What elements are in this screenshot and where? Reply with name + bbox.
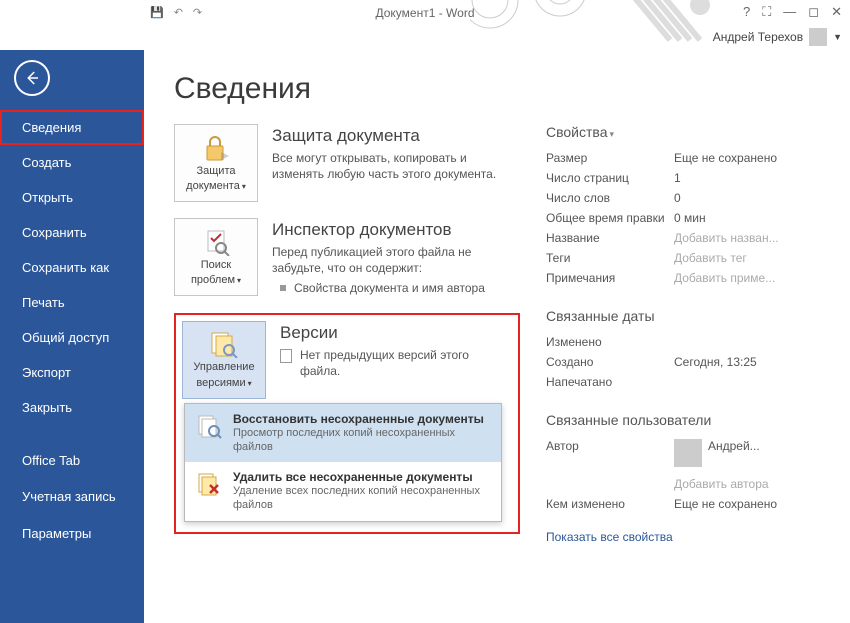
prop-pages-value: 1 xyxy=(674,171,681,185)
sidebar-bottom-item-2[interactable]: Параметры xyxy=(0,516,144,552)
restore-doc-icon xyxy=(195,412,223,440)
avatar xyxy=(809,28,827,46)
qa-redo-icon[interactable]: ↷ xyxy=(193,6,202,19)
prop-author-label: Автор xyxy=(546,439,674,453)
sidebar-item-3[interactable]: Сохранить xyxy=(0,215,144,250)
chevron-down-icon: ▾ xyxy=(237,276,241,285)
related-people-heading: Связанные пользователи xyxy=(546,412,806,428)
prop-notes-label: Примечания xyxy=(546,271,674,285)
inspect-text: Перед публикацией этого файла не забудьт… xyxy=(272,244,520,297)
prop-printed-label: Напечатано xyxy=(546,375,674,389)
author-entry[interactable]: Андрей... xyxy=(674,439,769,467)
prop-notes-value[interactable]: Добавить приме... xyxy=(674,271,775,285)
user-dropdown-icon: ▼ xyxy=(833,32,842,42)
versions-dropdown-menu: Восстановить несохраненные документы Про… xyxy=(184,403,502,522)
prop-size-value: Еще не сохранено xyxy=(674,151,777,165)
restore-unsaved-item[interactable]: Восстановить несохраненные документы Про… xyxy=(185,404,501,463)
sidebar-item-8[interactable]: Закрыть xyxy=(0,390,144,425)
prop-modby-value: Еще не сохранено xyxy=(674,497,777,511)
add-author[interactable]: Добавить автора xyxy=(674,477,769,491)
versions-heading: Версии xyxy=(280,323,512,343)
fullscreen-icon[interactable]: ⛶ xyxy=(762,4,771,20)
sidebar-item-2[interactable]: Открыть xyxy=(0,180,144,215)
delete-unsaved-item[interactable]: Удалить все несохраненные документы Удал… xyxy=(185,462,501,521)
sidebar-item-0[interactable]: Сведения xyxy=(0,110,144,145)
versions-icon xyxy=(207,329,241,359)
delete-doc-icon xyxy=(195,470,223,498)
qa-undo-icon[interactable]: ↶ xyxy=(174,6,183,19)
sidebar-item-6[interactable]: Общий доступ xyxy=(0,320,144,355)
sidebar-item-4[interactable]: Сохранить как xyxy=(0,250,144,285)
prop-tags-label: Теги xyxy=(546,251,674,265)
prop-title-label: Название xyxy=(546,231,674,245)
maximize-icon[interactable]: ◻ xyxy=(808,4,819,20)
manage-versions-button[interactable]: Управление версиями▾ xyxy=(182,321,266,399)
sidebar-bottom-item-0[interactable]: Office Tab xyxy=(0,443,144,479)
lock-icon xyxy=(199,133,233,163)
inspect-heading: Инспектор документов xyxy=(272,220,520,240)
sidebar-bottom-item-1[interactable]: Учетная запись xyxy=(0,479,144,515)
user-account[interactable]: Андрей Терехов ▼ xyxy=(713,28,842,46)
section-protect: Защита документа▾ Защита документа Все м… xyxy=(174,124,520,202)
back-button[interactable] xyxy=(14,60,50,96)
avatar xyxy=(674,439,702,467)
related-dates-heading: Связанные даты xyxy=(546,308,806,324)
check-issues-button[interactable]: Поиск проблем▾ xyxy=(174,218,258,296)
sidebar-item-7[interactable]: Экспорт xyxy=(0,355,144,390)
bullet-icon xyxy=(280,285,286,291)
document-icon xyxy=(280,349,292,363)
show-all-properties-link[interactable]: Показать все свойства xyxy=(546,530,806,544)
help-icon[interactable]: ? xyxy=(743,4,750,20)
protect-document-button[interactable]: Защита документа▾ xyxy=(174,124,258,202)
chevron-down-icon: ▾ xyxy=(248,379,252,388)
page-title: Сведения xyxy=(174,72,850,106)
prop-title-value[interactable]: Добавить назван... xyxy=(674,231,779,245)
prop-words-value: 0 xyxy=(674,191,681,205)
minimize-icon[interactable]: — xyxy=(783,4,796,20)
prop-size-label: Размер xyxy=(546,151,674,165)
user-name: Андрей Терехов xyxy=(713,30,803,44)
prop-words-label: Число слов xyxy=(546,191,674,205)
window-title: Документ1 - Word xyxy=(375,6,474,20)
sidebar-item-1[interactable]: Создать xyxy=(0,145,144,180)
prop-tags-value[interactable]: Добавить тег xyxy=(674,251,747,265)
section-versions-highlight: Управление версиями▾ Версии Нет предыдущ… xyxy=(174,313,520,534)
prop-created-value: Сегодня, 13:25 xyxy=(674,355,757,369)
prop-modified-label: Изменено xyxy=(546,335,674,349)
prop-pages-label: Число страниц xyxy=(546,171,674,185)
sidebar-item-5[interactable]: Печать xyxy=(0,285,144,320)
versions-text: Нет предыдущих версий этого файла. xyxy=(280,347,512,379)
backstage-sidebar: СведенияСоздатьОткрытьСохранитьСохранить… xyxy=(0,50,144,623)
prop-edittime-label: Общее время правки xyxy=(546,211,674,225)
prop-modby-label: Кем изменено xyxy=(546,497,674,511)
qa-save-icon[interactable]: 💾 xyxy=(150,6,164,19)
section-inspect: Поиск проблем▾ Инспектор документов Пере… xyxy=(174,218,520,297)
inspect-icon xyxy=(199,227,233,257)
prop-created-label: Создано xyxy=(546,355,674,369)
protect-text: Все могут открывать, копировать и изменя… xyxy=(272,150,520,182)
decorative-pattern xyxy=(470,0,730,50)
back-arrow-icon xyxy=(23,69,41,87)
properties-dropdown[interactable]: Свойства▾ xyxy=(546,124,806,140)
protect-heading: Защита документа xyxy=(272,126,520,146)
chevron-down-icon: ▾ xyxy=(609,129,614,139)
chevron-down-icon: ▾ xyxy=(242,182,246,191)
prop-edittime-value: 0 мин xyxy=(674,211,706,225)
close-icon[interactable]: ✕ xyxy=(831,4,842,20)
